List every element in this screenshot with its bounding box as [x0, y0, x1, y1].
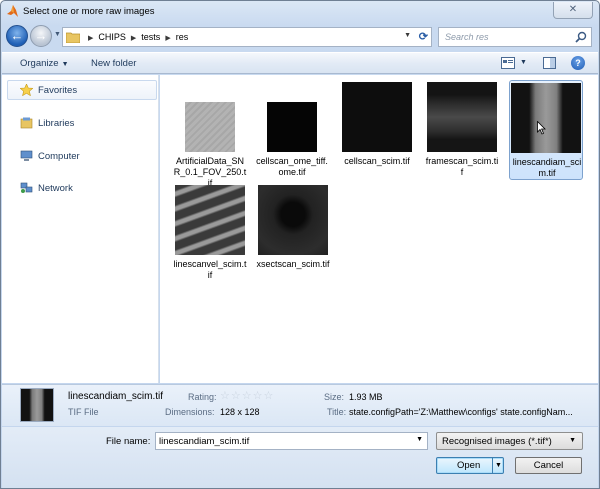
libraries-icon — [20, 117, 33, 129]
open-options-dropdown-icon[interactable]: ▼ — [492, 458, 504, 473]
title-bar[interactable]: Select one or more raw images ✕ — [1, 1, 599, 22]
organize-button[interactable]: Organize ▼ — [20, 58, 69, 69]
navigation-row: ← → ▼ ▶ CHIPS ▶ tests ▶ res ▼ ⟳ Search res — [1, 23, 599, 49]
open-button[interactable]: Open ▼ — [436, 457, 504, 474]
file-name-dropdown-icon[interactable]: ▼ — [416, 436, 423, 443]
file-list: ArtificialData_SNR_0.1_FOV_250.tif cells… — [160, 75, 598, 383]
search-input[interactable]: Search res — [445, 32, 489, 42]
selected-file-name: linescandiam_scim.tif — [68, 391, 164, 402]
address-dropdown-icon[interactable]: ▼ — [404, 32, 411, 39]
file-name-value[interactable]: linescandiam_scim.tif — [159, 436, 249, 447]
selected-file-thumbnail — [20, 388, 54, 422]
forward-button[interactable]: → — [30, 25, 52, 47]
file-name: cellscan_ome_tiff.ome.tif — [256, 156, 328, 177]
nav-item-label: Network — [38, 183, 73, 194]
matlab-icon — [7, 5, 18, 17]
back-arrow-icon: ← — [10, 28, 24, 43]
file-name-label: File name: — [106, 436, 151, 447]
nav-item-label: Favorites — [38, 85, 78, 96]
breadcrumb-arrow-icon[interactable]: ▶ — [88, 35, 93, 42]
file-item[interactable]: linescanvel_scim.tif — [173, 183, 247, 283]
search-box[interactable]: Search res — [438, 27, 592, 47]
computer-icon — [20, 150, 33, 161]
file-thumbnail — [185, 102, 235, 152]
new-folder-button[interactable]: New folder — [91, 58, 136, 69]
breadcrumb-res[interactable]: res — [176, 32, 189, 42]
window-title: Select one or more raw images — [23, 6, 155, 17]
file-thumbnail — [258, 185, 328, 255]
file-name: linescanvel_scim.tif — [173, 259, 247, 280]
rating-label: Rating: — [188, 392, 217, 402]
cancel-button[interactable]: Cancel — [515, 457, 582, 474]
chevron-down-icon: ▼ — [569, 437, 576, 444]
size-value: 1.93 MB — [349, 392, 383, 402]
navigation-pane: Favorites Libraries Computer Network — [2, 75, 159, 383]
forward-arrow-icon: → — [34, 28, 48, 43]
views-dropdown-icon[interactable]: ▼ — [520, 59, 527, 66]
chevron-down-icon: ▼ — [61, 61, 69, 68]
breadcrumb: ▶ CHIPS ▶ tests ▶ res — [83, 32, 188, 42]
file-thumbnail — [511, 83, 581, 153]
dialog-footer: File name: linescandiam_scim.tif ▼ Recog… — [2, 427, 598, 488]
title-value[interactable]: state.configPath='Z:\Matthew\configs' st… — [349, 407, 592, 417]
nav-item-label: Computer — [38, 151, 80, 162]
file-item[interactable]: xsectscan_scim.tif — [256, 183, 330, 283]
details-pane: linescandiam_scim.tif TIF File Rating: ☆… — [2, 384, 598, 426]
mouse-cursor-icon — [537, 121, 546, 135]
file-thumbnail — [267, 102, 317, 152]
dimensions-value: 128 x 128 — [220, 407, 260, 417]
file-type-filter[interactable]: Recognised images (*.tif*) ▼ — [436, 432, 583, 450]
preview-pane-icon[interactable] — [543, 57, 556, 69]
file-name: cellscan_scim.tif — [344, 156, 410, 166]
address-bar[interactable]: ▶ CHIPS ▶ tests ▶ res ▼ ⟳ — [62, 27, 432, 47]
file-name-field[interactable]: linescandiam_scim.tif ▼ — [155, 432, 428, 450]
nav-item-label: Libraries — [38, 118, 75, 129]
size-label: Size: — [324, 392, 345, 402]
close-icon: ✕ — [568, 4, 578, 15]
rating-stars[interactable]: ☆☆☆☆☆ — [220, 389, 274, 402]
file-name: framescan_scim.tif — [425, 156, 499, 177]
close-button[interactable]: ✕ — [553, 2, 593, 19]
file-open-dialog: Select one or more raw images ✕ ← → ▼ ▶ C… — [0, 0, 600, 489]
breadcrumb-arrow-icon[interactable]: ▶ — [165, 35, 170, 42]
file-name: linescandiam_scim.tif — [512, 157, 582, 178]
breadcrumb-tests[interactable]: tests — [141, 32, 160, 42]
back-button[interactable]: ← — [6, 25, 28, 47]
recent-pages-dropdown-icon[interactable]: ▼ — [54, 31, 61, 38]
help-icon[interactable]: ? — [571, 56, 585, 70]
folder-icon — [66, 32, 80, 43]
file-item[interactable]: framescan_scim.tif — [425, 80, 499, 180]
file-type-value: Recognised images (*.tif*) — [442, 436, 552, 447]
breadcrumb-chips[interactable]: CHIPS — [98, 32, 126, 42]
file-thumbnail — [342, 82, 412, 152]
title-label: Title: — [327, 407, 347, 417]
network-icon — [20, 182, 33, 193]
breadcrumb-arrow-icon[interactable]: ▶ — [131, 35, 136, 42]
refresh-icon[interactable]: ⟳ — [419, 30, 428, 43]
open-label: Open — [457, 460, 481, 471]
file-thumbnail — [175, 185, 245, 255]
dimensions-label: Dimensions: — [165, 407, 215, 417]
search-icon[interactable] — [575, 31, 587, 43]
star-icon — [20, 84, 33, 96]
file-item[interactable]: cellscan_scim.tif — [340, 80, 414, 180]
file-name: xsectscan_scim.tif — [256, 259, 330, 269]
command-bar: Organize ▼ New folder ▼ ? — [2, 52, 598, 74]
selected-file-type: TIF File — [68, 407, 99, 417]
change-view-icon[interactable] — [501, 57, 515, 69]
file-thumbnail — [427, 82, 497, 152]
organize-label: Organize — [20, 58, 59, 69]
